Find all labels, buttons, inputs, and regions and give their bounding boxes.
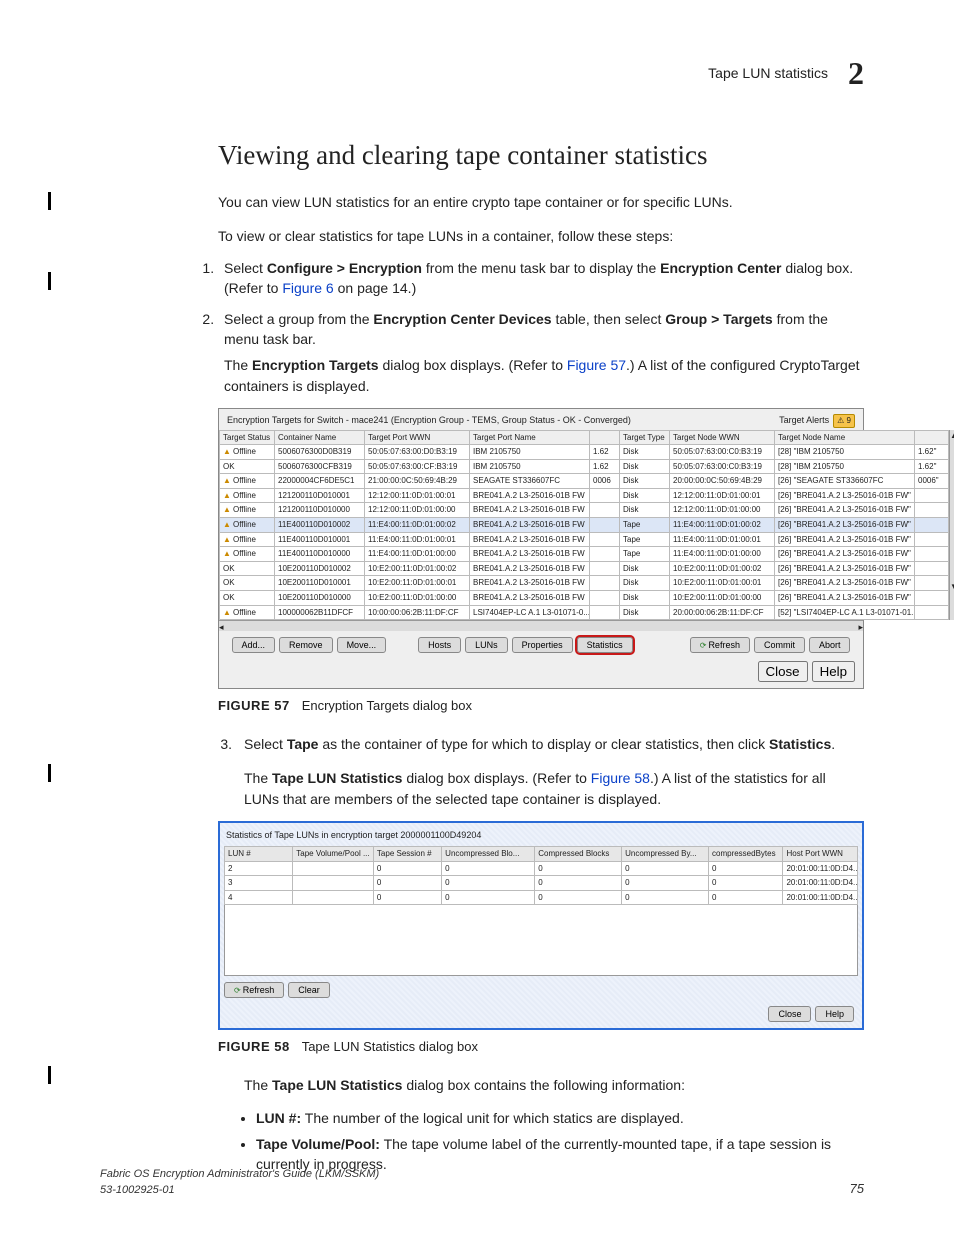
page-footer: Fabric OS Encryption Administrator's Gui… bbox=[100, 1167, 864, 1199]
horizontal-scrollbar[interactable]: ◂▸ bbox=[219, 620, 863, 631]
add-button[interactable]: Add... bbox=[232, 637, 276, 653]
column-header[interactable]: Target Node Name bbox=[775, 430, 915, 445]
chapter-number: 2 bbox=[848, 50, 864, 96]
figure-link[interactable]: Figure 6 bbox=[282, 280, 333, 296]
table-row[interactable]: ▲Offline11E400110D01000111:E4:00:11:0D:0… bbox=[220, 532, 949, 547]
bullet-item: LUN #: The number of the logical unit fo… bbox=[256, 1108, 864, 1128]
table-row[interactable]: ▲Offline11E400110D01000211:E4:00:11:0D:0… bbox=[220, 518, 949, 533]
figure-link[interactable]: Figure 58 bbox=[591, 770, 650, 786]
table-row[interactable]: ▲Offline100000062B11DFCF10:00:00:06:2B:1… bbox=[220, 605, 949, 620]
vertical-scrollbar[interactable]: ▲ ▼ bbox=[949, 430, 954, 621]
change-bar-icon bbox=[48, 272, 51, 290]
help-button[interactable]: Help bbox=[815, 1006, 854, 1022]
help-button[interactable]: Help bbox=[812, 661, 855, 682]
luns-button[interactable]: LUNs bbox=[465, 637, 508, 653]
table-row[interactable]: 30000020:01:00:11:0D:D4... bbox=[225, 876, 858, 891]
table-row[interactable]: OK5006076300CFB31950:05:07:63:00:CF:B3:1… bbox=[220, 459, 949, 474]
column-header[interactable]: Target Node WWN bbox=[670, 430, 775, 445]
dialog-title: Statistics of Tape LUNs in encryption ta… bbox=[224, 827, 858, 846]
warning-icon: ▲ bbox=[223, 607, 233, 619]
table-row[interactable]: ▲Offline121200110D01000012:12:00:11:0D:0… bbox=[220, 503, 949, 518]
column-header[interactable]: Target Type bbox=[620, 430, 670, 445]
change-bar-icon bbox=[48, 192, 51, 210]
warning-icon: ▲ bbox=[223, 519, 233, 531]
change-bar-icon bbox=[48, 1066, 51, 1084]
column-header[interactable]: Container Name bbox=[275, 430, 365, 445]
step-item: 3. Select Tape as the container of type … bbox=[100, 734, 864, 754]
table-row[interactable]: ▲Offline121200110D01000112:12:00:11:0D:0… bbox=[220, 488, 949, 503]
step-body: The Tape LUN Statistics dialog box displ… bbox=[100, 768, 864, 809]
abort-button[interactable]: Abort bbox=[809, 637, 851, 653]
warning-icon: ▲ bbox=[223, 534, 233, 546]
warning-icon: ▲ bbox=[223, 446, 233, 458]
refresh-button[interactable]: ⟳Refresh bbox=[224, 982, 284, 998]
target-alerts-label: Target Alerts bbox=[779, 414, 829, 427]
warning-icon: ▲ bbox=[223, 475, 233, 487]
refresh-icon: ⟳ bbox=[234, 986, 241, 995]
dialog-title: Encryption Targets for Switch - mace241 … bbox=[227, 414, 631, 428]
figure-caption: FIGURE 58Tape LUN Statistics dialog box bbox=[100, 1038, 864, 1057]
change-bar-icon bbox=[48, 764, 51, 782]
statistics-button[interactable]: Statistics bbox=[577, 637, 633, 653]
column-header[interactable] bbox=[590, 430, 620, 445]
table-row[interactable]: ▲Offline5006076300D0B31950:05:07:63:00:D… bbox=[220, 445, 949, 460]
column-header[interactable]: Host Port WWN bbox=[783, 847, 858, 862]
column-header[interactable]: compressedBytes bbox=[709, 847, 783, 862]
body-paragraph: The Tape LUN Statistics dialog box conta… bbox=[100, 1075, 864, 1095]
column-header[interactable]: Target Port Name bbox=[470, 430, 590, 445]
section-heading: Viewing and clearing tape container stat… bbox=[100, 136, 864, 175]
intro-paragraph: You can view LUN statistics for an entir… bbox=[100, 192, 864, 212]
column-header[interactable]: Uncompressed By... bbox=[622, 847, 709, 862]
refresh-button[interactable]: ⟳Refresh bbox=[690, 637, 750, 653]
close-button[interactable]: Close bbox=[768, 1006, 811, 1022]
table-row[interactable]: OK10E200110D01000210:E2:00:11:0D:01:00:0… bbox=[220, 561, 949, 576]
column-header[interactable]: Compressed Blocks bbox=[535, 847, 622, 862]
column-header[interactable]: Uncompressed Blo... bbox=[442, 847, 535, 862]
table-row[interactable]: OK10E200110D01000010:E2:00:11:0D:01:00:0… bbox=[220, 591, 949, 606]
encryption-targets-dialog: Encryption Targets for Switch - mace241 … bbox=[218, 408, 864, 689]
table-row[interactable]: OK10E200110D01000110:E2:00:11:0D:01:00:0… bbox=[220, 576, 949, 591]
remove-button[interactable]: Remove bbox=[279, 637, 333, 653]
column-header[interactable]: Target Status bbox=[220, 430, 275, 445]
column-header[interactable] bbox=[915, 430, 949, 445]
tape-lun-statistics-dialog: Statistics of Tape LUNs in encryption ta… bbox=[220, 823, 862, 1028]
table-row[interactable]: ▲Offline22000004CF6DE5C121:00:00:0C:50:6… bbox=[220, 474, 949, 489]
clear-button[interactable]: Clear bbox=[288, 982, 330, 998]
move-button[interactable]: Move... bbox=[337, 637, 387, 653]
column-header[interactable]: LUN # bbox=[225, 847, 293, 862]
footer-part-number: 53-1002925-01 bbox=[100, 1183, 379, 1199]
properties-button[interactable]: Properties bbox=[512, 637, 573, 653]
footer-guide-title: Fabric OS Encryption Administrator's Gui… bbox=[100, 1167, 379, 1183]
commit-button[interactable]: Commit bbox=[754, 637, 805, 653]
running-title: Tape LUN statistics bbox=[708, 63, 828, 83]
table-row[interactable]: ▲Offline11E400110D01000011:E4:00:11:0D:0… bbox=[220, 547, 949, 562]
hosts-button[interactable]: Hosts bbox=[418, 637, 461, 653]
step-item: Select a group from the Encryption Cente… bbox=[218, 309, 864, 396]
figure-caption: FIGURE 57Encryption Targets dialog box bbox=[100, 697, 864, 716]
table-row[interactable]: 20000020:01:00:11:0D:D4... bbox=[225, 861, 858, 876]
table-row[interactable]: 40000020:01:00:11:0D:D4... bbox=[225, 890, 858, 905]
warning-icon: ▲ bbox=[223, 490, 233, 502]
column-header[interactable]: Target Port WWN bbox=[365, 430, 470, 445]
encryption-targets-table[interactable]: Target StatusContainer NameTarget Port W… bbox=[219, 430, 949, 621]
close-button[interactable]: Close bbox=[758, 661, 808, 682]
refresh-icon: ⟳ bbox=[700, 641, 707, 650]
warning-icon: ▲ bbox=[223, 504, 233, 516]
step-item: Select Configure > Encryption from the m… bbox=[218, 258, 864, 299]
tape-lun-statistics-table[interactable]: LUN #Tape Volume/Pool ...Tape Session #U… bbox=[224, 846, 858, 905]
page-number: 75 bbox=[850, 1180, 864, 1199]
running-header: Tape LUN statistics 2 bbox=[100, 50, 864, 96]
warning-icon: ▲ bbox=[223, 548, 233, 560]
warning-icon: ⚠ 9 bbox=[833, 414, 855, 428]
intro-paragraph: To view or clear statistics for tape LUN… bbox=[100, 226, 864, 246]
column-header[interactable]: Tape Session # bbox=[373, 847, 441, 862]
figure-link[interactable]: Figure 57 bbox=[567, 357, 626, 373]
column-header[interactable]: Tape Volume/Pool ... bbox=[293, 847, 374, 862]
